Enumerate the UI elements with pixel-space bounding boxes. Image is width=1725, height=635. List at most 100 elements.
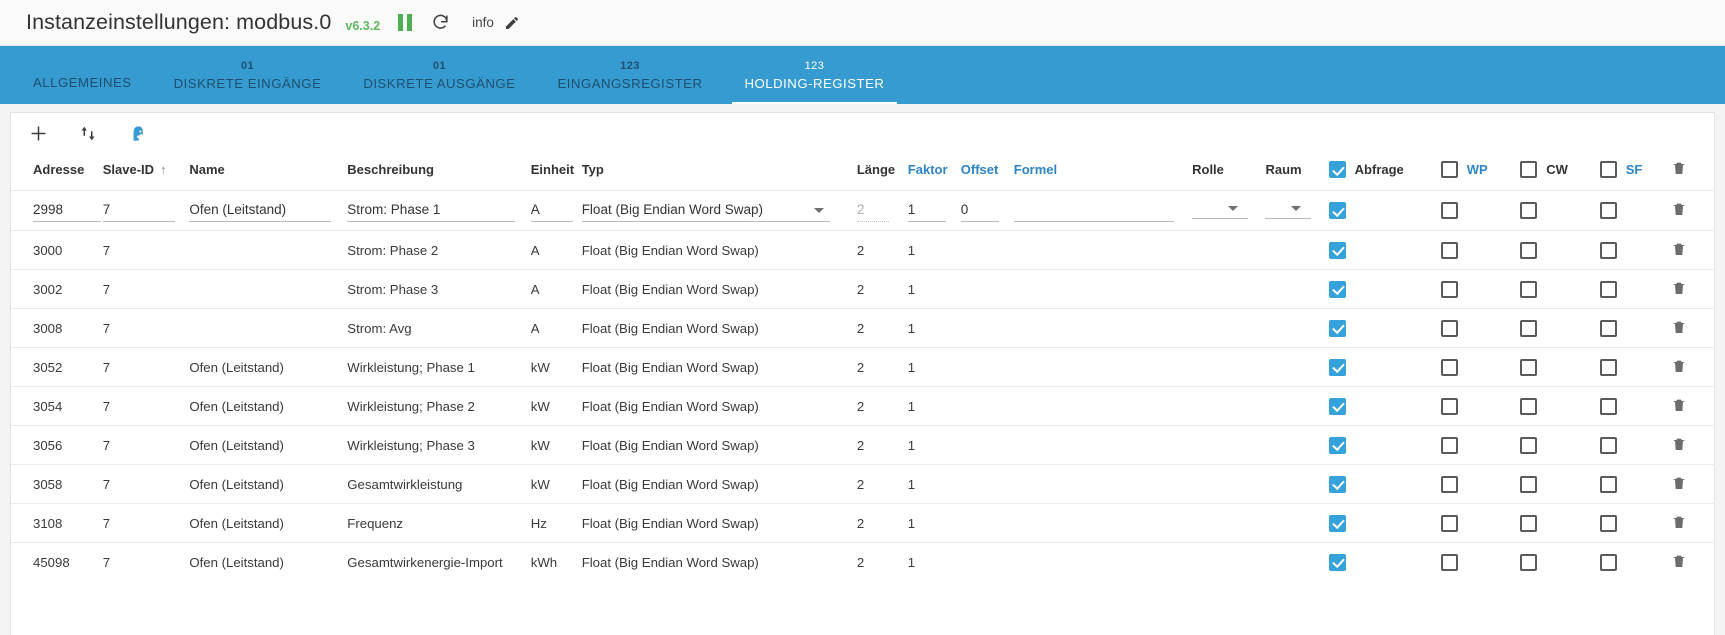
table-row[interactable]: 3000 7 Strom: Phase 2 A Float (Big Endian Wo… (11, 230, 1714, 270)
cell-cw[interactable] (1520, 464, 1600, 504)
wp-checkbox[interactable] (1440, 358, 1458, 376)
edit-pencil-icon[interactable] (504, 10, 520, 36)
cell-sf[interactable] (1599, 425, 1672, 465)
sf-checkbox[interactable] (1599, 319, 1617, 337)
col-typ[interactable]: Typ (582, 153, 857, 191)
typ-select[interactable] (581, 199, 830, 222)
table-row[interactable]: 3108 7 Ofen (Leitstand) Frequenz Hz Float (Bi… (11, 503, 1714, 543)
abfrage-checkbox[interactable] (1328, 553, 1346, 571)
pause-icon[interactable] (398, 10, 413, 36)
info-link[interactable]: info (472, 15, 494, 30)
cell-wp[interactable] (1440, 347, 1521, 387)
adresse-input[interactable] (33, 199, 101, 222)
col-offset[interactable]: Offset (961, 153, 1014, 191)
sf-header-checkbox[interactable] (1599, 161, 1617, 178)
cw-checkbox[interactable] (1520, 475, 1538, 493)
cell-abfrage[interactable] (1328, 503, 1441, 543)
col-slave-id[interactable]: Slave-ID ↑ (103, 153, 190, 191)
tab-diskrete-eingaenge[interactable]: 01 DISKRETE EINGÄNGE (153, 46, 343, 104)
abfrage-checkbox[interactable] (1328, 436, 1346, 454)
table-row[interactable]: 45098 7 Ofen (Leitstand) Gesamtwirkenergie-… (11, 542, 1714, 582)
cell-delete[interactable] (1671, 347, 1714, 387)
cell-wp[interactable] (1440, 425, 1521, 465)
cell-cw[interactable] (1520, 347, 1600, 387)
tab-eingangsregister[interactable]: 123 EINGANGSREGISTER (536, 46, 723, 104)
cw-checkbox[interactable] (1520, 280, 1538, 298)
sf-checkbox[interactable] (1599, 553, 1617, 571)
col-rolle[interactable]: Rolle (1192, 153, 1265, 191)
col-sf[interactable]: SF (1599, 153, 1671, 191)
wp-header-checkbox[interactable] (1440, 161, 1458, 178)
import-export-icon[interactable] (75, 120, 101, 146)
wp-checkbox[interactable] (1440, 514, 1458, 532)
row-delete-icon[interactable] (1671, 321, 1687, 339)
cell-wp[interactable] (1440, 503, 1521, 543)
cell-abfrage[interactable] (1328, 464, 1441, 504)
cw-checkbox[interactable] (1520, 553, 1538, 571)
cell-cw[interactable] (1520, 230, 1600, 270)
col-einheit[interactable]: Einheit (531, 153, 582, 191)
cell-sf[interactable] (1599, 347, 1672, 387)
table-row-editing[interactable] (11, 190, 1714, 231)
cell-sf[interactable] (1599, 308, 1672, 348)
beschreibung-input[interactable] (347, 199, 516, 222)
tab-holding-register[interactable]: 123 HOLDING-REGISTER (724, 46, 906, 104)
row-delete-icon[interactable] (1671, 477, 1687, 495)
col-faktor[interactable]: Faktor (908, 153, 961, 191)
cell-delete[interactable] (1671, 308, 1714, 348)
wp-checkbox[interactable] (1440, 436, 1458, 454)
row-delete-icon[interactable] (1671, 516, 1687, 534)
cell-delete[interactable] (1671, 542, 1714, 582)
cell-cw[interactable] (1520, 425, 1600, 465)
sf-checkbox[interactable] (1599, 514, 1617, 532)
cell-cw[interactable] (1520, 386, 1600, 426)
col-beschreibung[interactable]: Beschreibung (347, 153, 530, 191)
cell-abfrage[interactable] (1328, 542, 1441, 582)
cw-checkbox[interactable] (1520, 436, 1538, 454)
cell-cw[interactable] (1520, 269, 1600, 309)
abfrage-checkbox[interactable] (1328, 358, 1346, 376)
row-delete-icon[interactable] (1671, 399, 1687, 417)
row-delete-icon[interactable] (1671, 360, 1687, 378)
cell-abfrage[interactable] (1328, 269, 1441, 309)
wp-checkbox[interactable] (1440, 475, 1458, 493)
cell-sf[interactable] (1599, 542, 1672, 582)
person-head-icon[interactable] (125, 120, 151, 146)
cell-sf[interactable] (1599, 230, 1672, 270)
offset-input[interactable] (960, 199, 999, 222)
cell-sf[interactable] (1599, 269, 1672, 309)
slave-id-input[interactable] (102, 199, 175, 222)
wp-checkbox[interactable] (1440, 397, 1458, 415)
cell-sf[interactable] (1599, 386, 1672, 426)
cell-abfrage[interactable] (1328, 386, 1441, 426)
abfrage-checkbox[interactable] (1328, 280, 1346, 298)
abfrage-checkbox[interactable] (1328, 319, 1346, 337)
row-delete-icon[interactable] (1671, 438, 1687, 456)
col-wp[interactable]: WP (1440, 153, 1520, 191)
cell-delete[interactable] (1671, 425, 1714, 465)
cell-cw[interactable] (1520, 542, 1600, 582)
add-row-button[interactable] (25, 120, 51, 146)
sf-checkbox[interactable] (1599, 241, 1617, 259)
name-input[interactable] (189, 199, 332, 222)
wp-checkbox[interactable] (1440, 202, 1458, 219)
cell-cw[interactable] (1520, 503, 1600, 543)
cw-checkbox[interactable] (1520, 514, 1538, 532)
cell-abfrage[interactable] (1328, 425, 1441, 465)
cell-abfrage[interactable] (1328, 347, 1441, 387)
sf-checkbox[interactable] (1599, 397, 1617, 415)
col-abfrage[interactable]: Abfrage (1328, 153, 1441, 191)
cell-delete[interactable] (1671, 503, 1714, 543)
abfrage-checkbox[interactable] (1328, 475, 1346, 493)
cell-sf[interactable] (1599, 503, 1672, 543)
row-delete-icon[interactable] (1671, 555, 1687, 573)
einheit-input[interactable] (530, 199, 573, 222)
table-row[interactable]: 3056 7 Ofen (Leitstand) Wirkleistung; Phase… (11, 425, 1714, 465)
col-adresse[interactable]: Adresse (11, 153, 103, 191)
wp-checkbox[interactable] (1440, 553, 1458, 571)
sf-checkbox[interactable] (1599, 436, 1617, 454)
cell-cw[interactable] (1520, 308, 1600, 348)
sf-checkbox[interactable] (1599, 475, 1617, 493)
tab-diskrete-ausgaenge[interactable]: 01 DISKRETE AUSGÄNGE (342, 46, 536, 104)
col-raum[interactable]: Raum (1265, 153, 1328, 191)
